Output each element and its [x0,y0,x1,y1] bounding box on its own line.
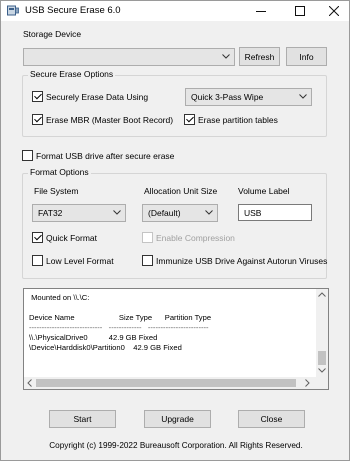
maximize-button[interactable] [283,1,317,21]
checkbox-box [32,255,43,266]
storage-device-label: Storage Device [23,29,82,39]
horizontal-scroll-thumb[interactable] [36,379,296,387]
minimize-icon [256,11,266,12]
secure-erase-options-group [22,75,327,137]
log-line: ----------------------------- ----------… [29,323,209,332]
enable-compression-checkbox[interactable]: Enable Compression [142,232,235,243]
erase-mbr-label: Erase MBR (Master Boot Record) [46,114,174,125]
minimize-button[interactable] [244,1,278,21]
chevron-down-icon [113,210,121,215]
log-line: Device Name Size Type Partition Type [29,313,212,322]
vertical-scroll-thumb[interactable] [318,351,326,365]
maximize-icon [295,6,305,16]
chevron-down-icon [205,210,213,215]
scroll-down-icon[interactable] [318,368,326,373]
erase-method-value: Quick 3-Pass Wipe [191,92,264,102]
scroll-up-icon[interactable] [318,292,326,297]
format-after-erase-label: Format USB drive after secure erase [36,150,175,161]
volume-label-input[interactable]: USB [238,204,312,221]
chevron-down-icon [222,54,230,59]
format-after-erase-checkbox[interactable]: Format USB drive after secure erase [22,150,174,161]
quick-format-checkbox[interactable]: Quick Format [32,232,97,243]
file-system-label: File System [34,186,79,196]
erase-mbr-checkbox[interactable]: Erase MBR (Master Boot Record) [32,114,173,125]
checkbox-box [32,232,43,243]
format-options-label: Format Options [28,167,91,177]
horizontal-scrollbar[interactable] [24,377,328,389]
start-button[interactable]: Start [49,410,116,428]
checkbox-box [22,150,33,161]
info-button[interactable]: Info [286,47,327,66]
app-window: USB Secure Erase 6.0 Storage Device Refr… [0,0,350,461]
scroll-right-icon[interactable] [305,379,310,387]
enable-compression-label: Enable Compression [156,232,235,243]
log-line: \Device\Harddisk0\Partition0 42.9 GB Fix… [29,343,182,352]
close-button[interactable]: Close [238,410,305,428]
scroll-left-icon[interactable] [27,379,32,387]
upgrade-button[interactable]: Upgrade [144,410,211,428]
close-window-button[interactable] [317,1,350,21]
file-system-select[interactable]: FAT32 [32,204,126,222]
log-line: Mounted on \\.\C: [29,293,90,302]
erase-method-select[interactable]: Quick 3-Pass Wipe [185,88,312,106]
scroll-corner [316,377,328,389]
log-line: \\.\PhysicalDrive0 42.9 GB Fixed [29,333,158,342]
erase-partition-tables-checkbox[interactable]: Erase partition tables [184,114,278,125]
file-system-value: FAT32 [38,208,63,218]
device-info-log[interactable]: Mounted on \\.\C: Device Name Size Type … [23,288,329,390]
secure-erase-options-label: Secure Erase Options [28,69,116,79]
securely-erase-label: Securely Erase Data Using [46,91,149,102]
storage-device-select[interactable] [23,48,235,66]
allocation-unit-size-select[interactable]: (Default) [142,204,218,222]
quick-format-label: Quick Format [46,232,98,243]
vertical-scrollbar[interactable] [316,289,328,378]
chevron-down-icon [299,94,307,99]
low-level-format-checkbox[interactable]: Low Level Format [32,255,114,266]
volume-label-label: Volume Label [238,186,290,196]
checkbox-box [142,232,153,243]
window-title: USB Secure Erase 6.0 [25,5,121,16]
allocation-unit-size-label: Allocation Unit Size [144,186,218,196]
checkbox-box [32,91,43,102]
copyright-text: Copyright (c) 1999-2022 Bureausoft Corpo… [49,441,303,450]
immunize-usb-label: Immunize USB Drive Against Autorun Virus… [156,255,328,266]
title-bar[interactable]: USB Secure Erase 6.0 [1,1,349,21]
close-icon [329,6,339,16]
checkbox-box [184,114,195,125]
securely-erase-checkbox[interactable]: Securely Erase Data Using [32,91,148,102]
erase-partition-tables-label: Erase partition tables [198,114,278,125]
allocation-unit-size-value: (Default) [148,208,181,218]
refresh-button[interactable]: Refresh [239,47,280,66]
low-level-format-label: Low Level Format [46,255,114,266]
volume-label-value: USB [244,207,262,218]
usb-app-icon [7,5,19,16]
immunize-usb-checkbox[interactable]: Immunize USB Drive Against Autorun Virus… [142,255,327,266]
checkbox-box [142,255,153,266]
checkbox-box [32,114,43,125]
